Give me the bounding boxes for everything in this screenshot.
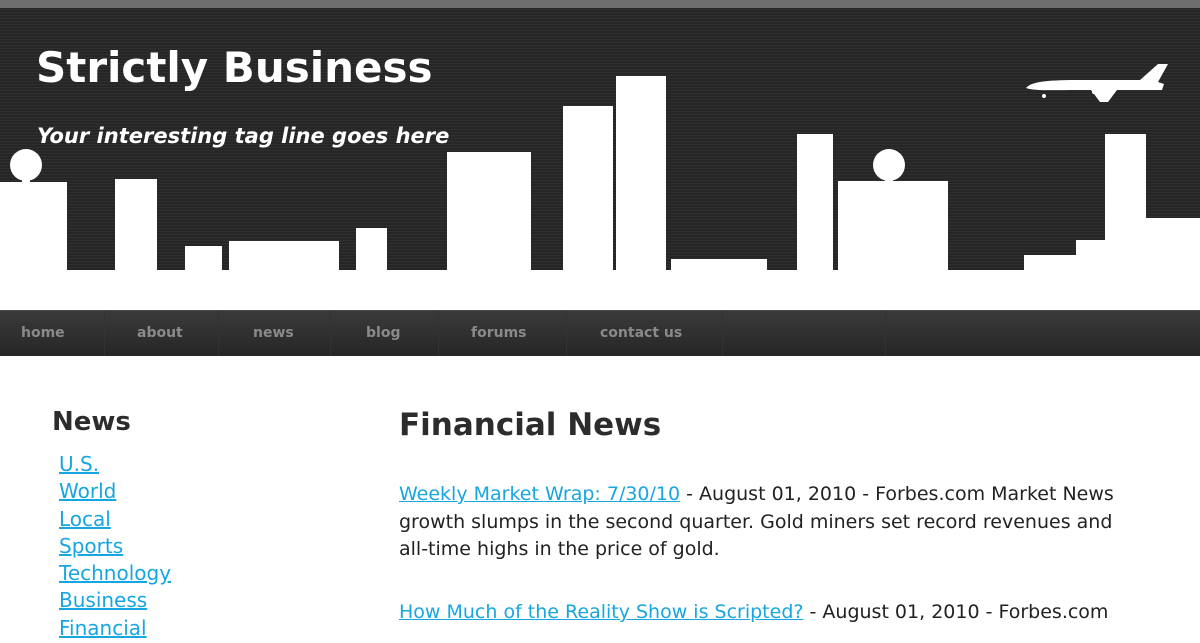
sidebar-link-local[interactable]: Local xyxy=(59,507,111,531)
nav-news[interactable]: news xyxy=(253,311,294,356)
article-summary-line: growth slumps in the second quarter. Gol… xyxy=(399,510,1113,533)
sidebar-item: Business xyxy=(59,587,171,614)
sidebar-link-business[interactable]: Business xyxy=(59,588,147,612)
article-meta: - August 01, 2010 - Forbes.com xyxy=(803,601,1109,623)
nav-divider xyxy=(104,311,105,356)
main-navigation: home about news blog forums contact us xyxy=(0,310,1200,356)
article-first-line: How Much of the Reality Show is Scripted… xyxy=(399,599,1200,627)
news-article: Weekly Market Wrap: 7/30/10 - August 01,… xyxy=(399,481,1200,564)
nav-blog[interactable]: blog xyxy=(366,311,400,356)
article-title-link[interactable]: How Much of the Reality Show is Scripted… xyxy=(399,601,803,623)
sidebar-item: U.S. xyxy=(59,451,171,478)
sidebar-news-links: U.S. World Local Sports Technology Busin… xyxy=(59,451,171,642)
site-header: Strictly Business Your interesting tag l… xyxy=(0,8,1200,310)
sidebar-item: Financial xyxy=(59,615,171,642)
news-article: How Much of the Reality Show is Scripted… xyxy=(399,599,1200,627)
nav-divider xyxy=(722,311,723,356)
top-strip xyxy=(0,0,1200,8)
site-tagline: Your interesting tag line goes here xyxy=(37,124,450,148)
nav-divider xyxy=(218,311,219,356)
sidebar-item: Technology xyxy=(59,560,171,587)
sidebar-item: Sports xyxy=(59,533,171,560)
sidebar-item: Local xyxy=(59,506,171,533)
article-title-link[interactable]: Weekly Market Wrap: 7/30/10 xyxy=(399,483,680,505)
nav-divider xyxy=(330,311,331,356)
nav-divider xyxy=(885,311,886,356)
sidebar-title: News xyxy=(52,407,131,437)
sidebar-item: World xyxy=(59,478,171,505)
sidebar-link-world[interactable]: World xyxy=(59,479,116,503)
site-title: Strictly Business xyxy=(36,43,433,92)
sidebar-link-technology[interactable]: Technology xyxy=(59,561,171,585)
article-summary-line: all-time highs in the price of gold. xyxy=(399,538,720,560)
article-meta: - August 01, 2010 - Forbes.com Market Ne… xyxy=(680,483,1114,505)
nav-about[interactable]: about xyxy=(137,311,183,356)
nav-forums[interactable]: forums xyxy=(471,311,527,356)
nav-divider xyxy=(566,311,567,356)
sidebar-link-sports[interactable]: Sports xyxy=(59,534,123,558)
nav-home[interactable]: home xyxy=(21,311,65,356)
nav-divider xyxy=(438,311,439,356)
page-title: Financial News xyxy=(399,407,662,443)
airplane-icon xyxy=(1026,64,1168,102)
sidebar-link-us[interactable]: U.S. xyxy=(59,452,99,476)
sidebar-link-financial[interactable]: Financial xyxy=(59,616,147,640)
article-first-line: Weekly Market Wrap: 7/30/10 - August 01,… xyxy=(399,481,1200,509)
nav-contact-us[interactable]: contact us xyxy=(600,311,682,356)
